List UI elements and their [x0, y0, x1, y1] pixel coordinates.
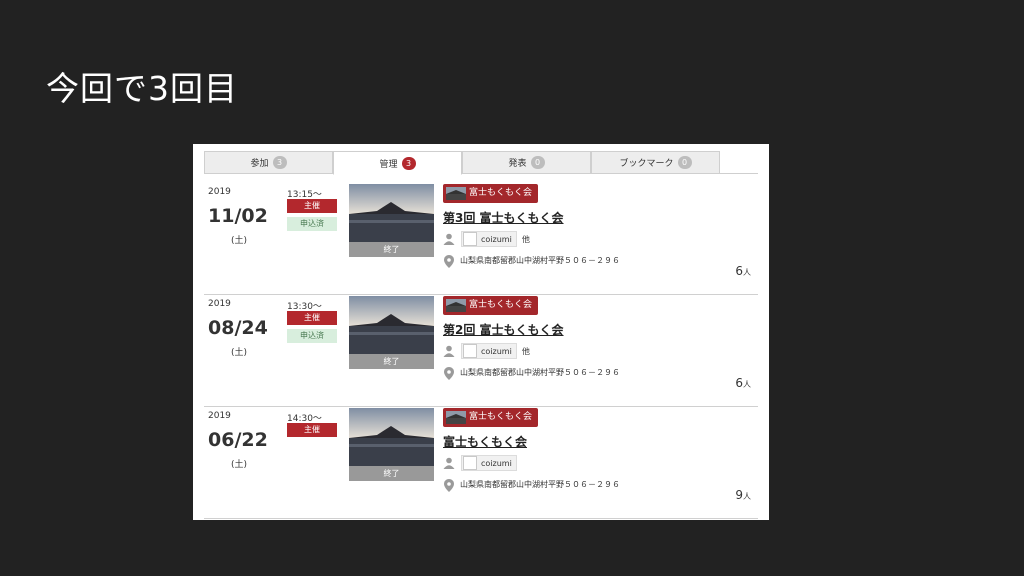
event-year: 2019: [208, 187, 231, 197]
thumbnail-caption: 終了: [349, 354, 434, 369]
others-label: 他: [521, 234, 530, 244]
person-icon: [443, 457, 455, 469]
event-row[interactable]: 2019 11/02 (土) 13:15〜 主催 申込済 終了 富士もくもく会 …: [204, 183, 758, 295]
attendee-count: 6人: [735, 264, 751, 278]
event-day-of-week: (土): [231, 348, 248, 358]
event-thumbnail[interactable]: 終了: [349, 184, 434, 257]
thumbnail-caption: 終了: [349, 242, 434, 257]
tab-presenting[interactable]: 発表 0: [462, 151, 591, 174]
event-list-panel: 参加 3 管理 3 発表 0 ブックマーク 0 2019 11/02 (土) 1…: [193, 144, 769, 520]
event-title-link[interactable]: 富士もくもく会: [443, 433, 527, 450]
map-pin-icon: [444, 367, 454, 380]
tab-count-badge: 3: [272, 156, 287, 169]
event-date: 08/24: [208, 317, 268, 339]
organizer-row: coizumi: [443, 455, 517, 471]
event-address: 山梨県南都留郡山中湖村平野５０６－２９６: [460, 480, 620, 489]
event-address: 山梨県南都留郡山中湖村平野５０６－２９６: [460, 256, 620, 265]
others-label: 他: [521, 346, 530, 356]
tab-bookmark[interactable]: ブックマーク 0: [591, 151, 720, 174]
user-name: coizumi: [481, 234, 512, 244]
tab-label: ブックマーク: [619, 159, 674, 169]
group-tag[interactable]: 富士もくもく会: [443, 408, 539, 427]
slide-title: 今回で3回目: [46, 69, 238, 108]
tab-count-badge: 0: [677, 156, 692, 169]
tab-count-badge: 0: [530, 156, 545, 169]
attendee-count-number: 6: [735, 376, 743, 390]
organizer-row: coizumi 他: [443, 343, 530, 359]
event-day-of-week: (土): [231, 236, 248, 246]
tab-label: 発表: [508, 159, 527, 169]
user-chip[interactable]: coizumi: [461, 231, 517, 247]
group-tag[interactable]: 富士もくもく会: [443, 296, 539, 315]
tab-count-badge: 3: [401, 156, 416, 170]
applied-badge: 申込済: [287, 329, 337, 343]
attendee-count: 6人: [735, 376, 751, 390]
group-logo-image: [446, 411, 466, 424]
event-day-of-week: (土): [231, 460, 248, 470]
attendee-count-unit: 人: [743, 268, 751, 277]
tab-label: 参加: [250, 159, 269, 169]
event-row[interactable]: 2019 08/24 (土) 13:30〜 主催 申込済 終了 富士もくもく会 …: [204, 295, 758, 407]
organizer-row: coizumi 他: [443, 231, 530, 247]
person-icon: [443, 233, 455, 245]
person-icon: [443, 345, 455, 357]
thumbnail-caption: 終了: [349, 466, 434, 481]
tab-bar: 参加 3 管理 3 発表 0 ブックマーク 0: [204, 151, 758, 175]
event-title-link[interactable]: 第2回 富士もくもく会: [443, 321, 564, 338]
user-chip[interactable]: coizumi: [461, 455, 517, 471]
group-name: 富士もくもく会: [469, 188, 533, 198]
user-name: coizumi: [481, 346, 512, 356]
user-chip[interactable]: coizumi: [461, 343, 517, 359]
attendee-count: 9人: [735, 488, 751, 502]
host-badge: 主催: [287, 423, 337, 437]
attendee-count-unit: 人: [743, 380, 751, 389]
tab-label: 管理: [379, 159, 398, 170]
event-title-link[interactable]: 第3回 富士もくもく会: [443, 209, 564, 226]
attendee-count-number: 9: [735, 488, 743, 502]
group-name: 富士もくもく会: [469, 300, 533, 310]
event-row[interactable]: 2019 06/22 (土) 14:30〜 主催 終了 富士もくもく会 富士もく…: [204, 407, 758, 519]
group-logo-image: [446, 187, 466, 200]
event-address: 山梨県南都留郡山中湖村平野５０６－２９６: [460, 368, 620, 377]
applied-badge: 申込済: [287, 217, 337, 231]
attendee-count-number: 6: [735, 264, 743, 278]
map-pin-icon: [444, 479, 454, 492]
avatar: [463, 232, 477, 246]
event-year: 2019: [208, 411, 231, 421]
tab-participating[interactable]: 参加 3: [204, 151, 333, 174]
tab-managing[interactable]: 管理 3: [333, 151, 462, 175]
attendee-count-unit: 人: [743, 492, 751, 501]
group-logo-image: [446, 299, 466, 312]
group-name: 富士もくもく会: [469, 412, 533, 422]
event-thumbnail[interactable]: 終了: [349, 408, 434, 481]
group-tag[interactable]: 富士もくもく会: [443, 184, 539, 203]
event-year: 2019: [208, 299, 231, 309]
mount-fuji-lake-image: [349, 408, 434, 466]
avatar: [463, 456, 477, 470]
event-date: 06/22: [208, 429, 268, 451]
host-badge: 主催: [287, 199, 337, 213]
avatar: [463, 344, 477, 358]
host-badge: 主催: [287, 311, 337, 325]
map-pin-icon: [444, 255, 454, 268]
user-name: coizumi: [481, 458, 512, 468]
mount-fuji-lake-image: [349, 184, 434, 242]
mount-fuji-lake-image: [349, 296, 434, 354]
event-thumbnail[interactable]: 終了: [349, 296, 434, 369]
event-date: 11/02: [208, 205, 268, 227]
